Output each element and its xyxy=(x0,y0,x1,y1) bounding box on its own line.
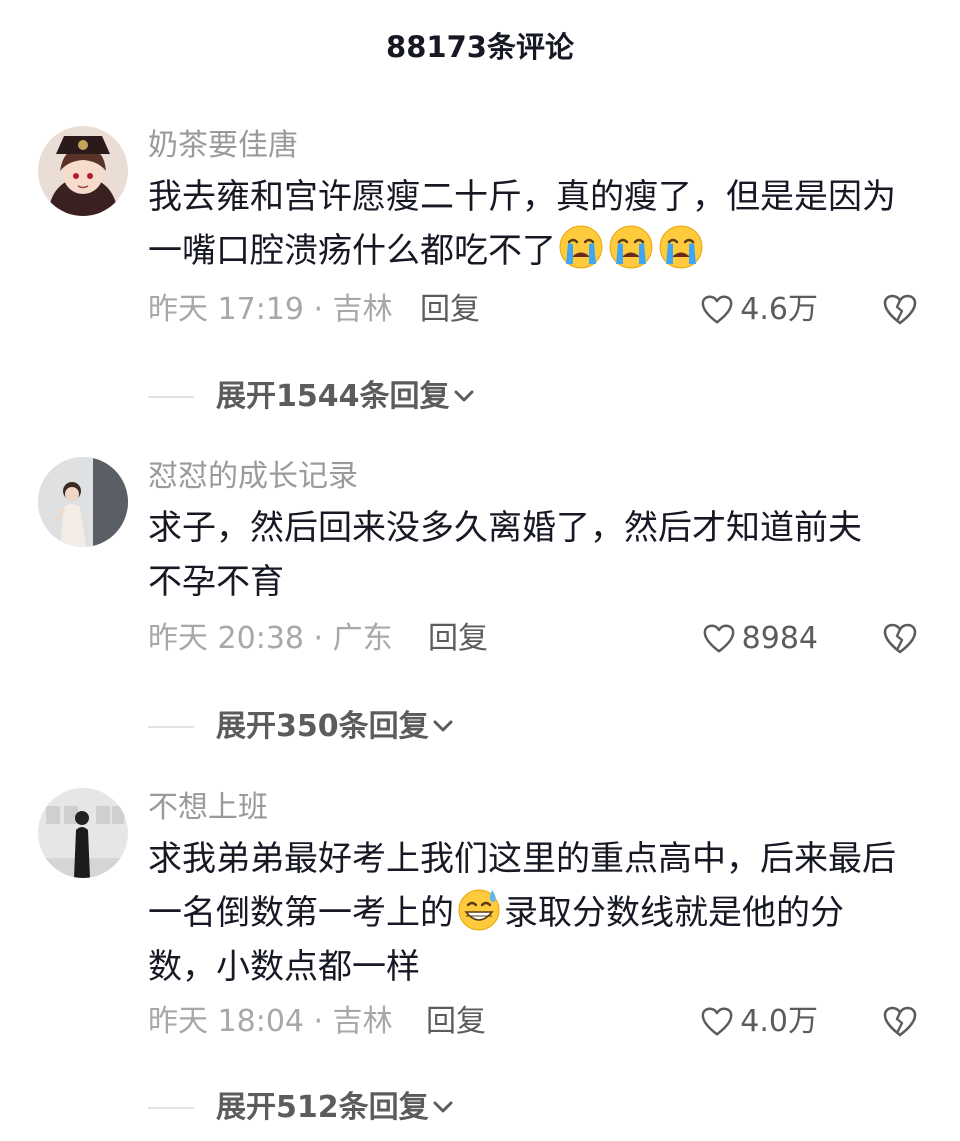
loudly-crying-face-emoji xyxy=(558,224,604,270)
comment-meta: 昨天 18:04 · 吉林 回复 4.0万 xyxy=(148,1002,928,1042)
comment-time-location: 昨天 20:38 · 广东 xyxy=(148,621,393,656)
reply-button[interactable]: 回复 xyxy=(420,290,480,330)
broken-heart-icon[interactable] xyxy=(882,621,918,657)
avatar[interactable] xyxy=(38,457,128,547)
chevron-down-icon xyxy=(452,384,476,408)
comment-item: 奶茶要佳唐 我去雍和宫许愿瘦二十斤，真的瘦了，但是是因为一嘴口腔溃疡什么都吃不了… xyxy=(0,126,960,426)
grinning-face-with-sweat-emoji xyxy=(456,886,502,932)
reply-button[interactable]: 回复 xyxy=(428,619,488,659)
chevron-down-icon xyxy=(431,1095,455,1119)
loudly-crying-face-emoji xyxy=(608,224,654,270)
expand-replies-label: 展开512条回复 xyxy=(216,1086,455,1130)
reply-button[interactable]: 回复 xyxy=(426,1002,486,1042)
comment-time-location: 昨天 17:19 · 吉林 xyxy=(148,292,393,327)
comment-time-location: 昨天 18:04 · 吉林 xyxy=(148,1004,393,1039)
comment-meta: 昨天 17:19 · 吉林 回复 4.6万 xyxy=(148,290,928,330)
comment-username[interactable]: 不想上班 xyxy=(148,788,268,828)
loudly-crying-face-emoji xyxy=(658,224,704,270)
comment-text: 求我弟弟最好考上我们这里的重点高中，后来最后一名倒数第一考上的 录取分数线就是他的… xyxy=(148,832,898,994)
comment-text-body: 我去雍和宫许愿瘦二十斤，真的瘦了，但是是因为一嘴口腔溃疡什么都吃不了 xyxy=(148,177,896,271)
avatar[interactable] xyxy=(38,126,128,216)
like-count: 8984 xyxy=(741,621,818,656)
comment-text-body: 求子，然后回来没多久离婚了，然后才知道前夫不孕不育 xyxy=(148,508,862,602)
divider-line xyxy=(148,726,194,728)
like-count: 4.6万 xyxy=(740,292,818,327)
comment-count-title: 88173条评论 xyxy=(386,30,574,64)
like-button[interactable]: 4.6万 xyxy=(700,290,818,330)
comment-item: 怼怼的成长记录 求子，然后回来没多久离婚了，然后才知道前夫不孕不育 昨天 20:… xyxy=(0,457,960,757)
divider-line xyxy=(148,1107,194,1109)
expand-replies-button[interactable]: 展开350条回复 xyxy=(148,705,648,749)
expand-replies-text: 展开1544条回复 xyxy=(216,379,450,414)
heart-outline-icon xyxy=(700,1005,734,1039)
heart-outline-icon xyxy=(700,293,734,327)
comment-text: 我去雍和宫许愿瘦二十斤，真的瘦了，但是是因为一嘴口腔溃疡什么都吃不了 xyxy=(148,170,898,278)
heart-outline-icon xyxy=(702,622,736,656)
comment-username[interactable]: 怼怼的成长记录 xyxy=(148,457,358,497)
divider-line xyxy=(148,396,194,398)
expand-replies-label: 展开350条回复 xyxy=(216,705,455,749)
expand-replies-label: 展开1544条回复 xyxy=(216,375,476,419)
chevron-down-icon xyxy=(431,714,455,738)
comment-text: 求子，然后回来没多久离婚了，然后才知道前夫不孕不育 xyxy=(148,501,888,609)
broken-heart-icon[interactable] xyxy=(882,292,918,328)
like-button[interactable]: 4.0万 xyxy=(700,1002,818,1042)
comment-username[interactable]: 奶茶要佳唐 xyxy=(148,126,298,166)
like-button[interactable]: 8984 xyxy=(702,619,818,659)
like-count: 4.0万 xyxy=(740,1004,818,1039)
comment-meta: 昨天 20:38 · 广东 回复 8984 xyxy=(148,619,928,659)
expand-replies-button[interactable]: 展开512条回复 xyxy=(148,1086,648,1130)
expand-replies-button[interactable]: 展开1544条回复 xyxy=(148,375,648,419)
avatar[interactable] xyxy=(38,788,128,878)
broken-heart-icon[interactable] xyxy=(882,1004,918,1040)
comment-item: 不想上班 求我弟弟最好考上我们这里的重点高中，后来最后一名倒数第一考上的 录取分数… xyxy=(0,788,960,1133)
expand-replies-text: 展开350条回复 xyxy=(216,709,429,744)
expand-replies-text: 展开512条回复 xyxy=(216,1090,429,1125)
